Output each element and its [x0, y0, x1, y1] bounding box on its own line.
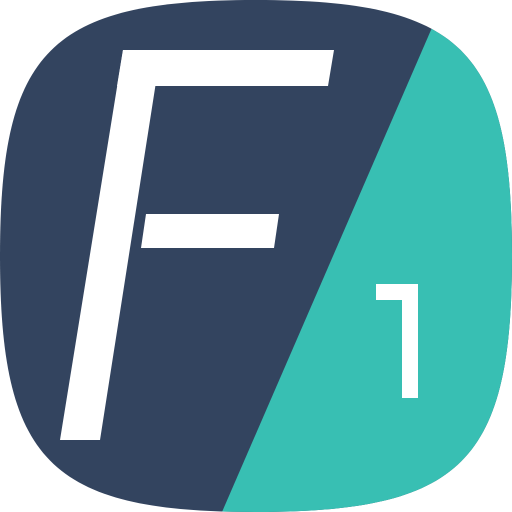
app-icon-graphic: F 1 [0, 0, 512, 512]
app-icon: F 1 [0, 0, 512, 512]
